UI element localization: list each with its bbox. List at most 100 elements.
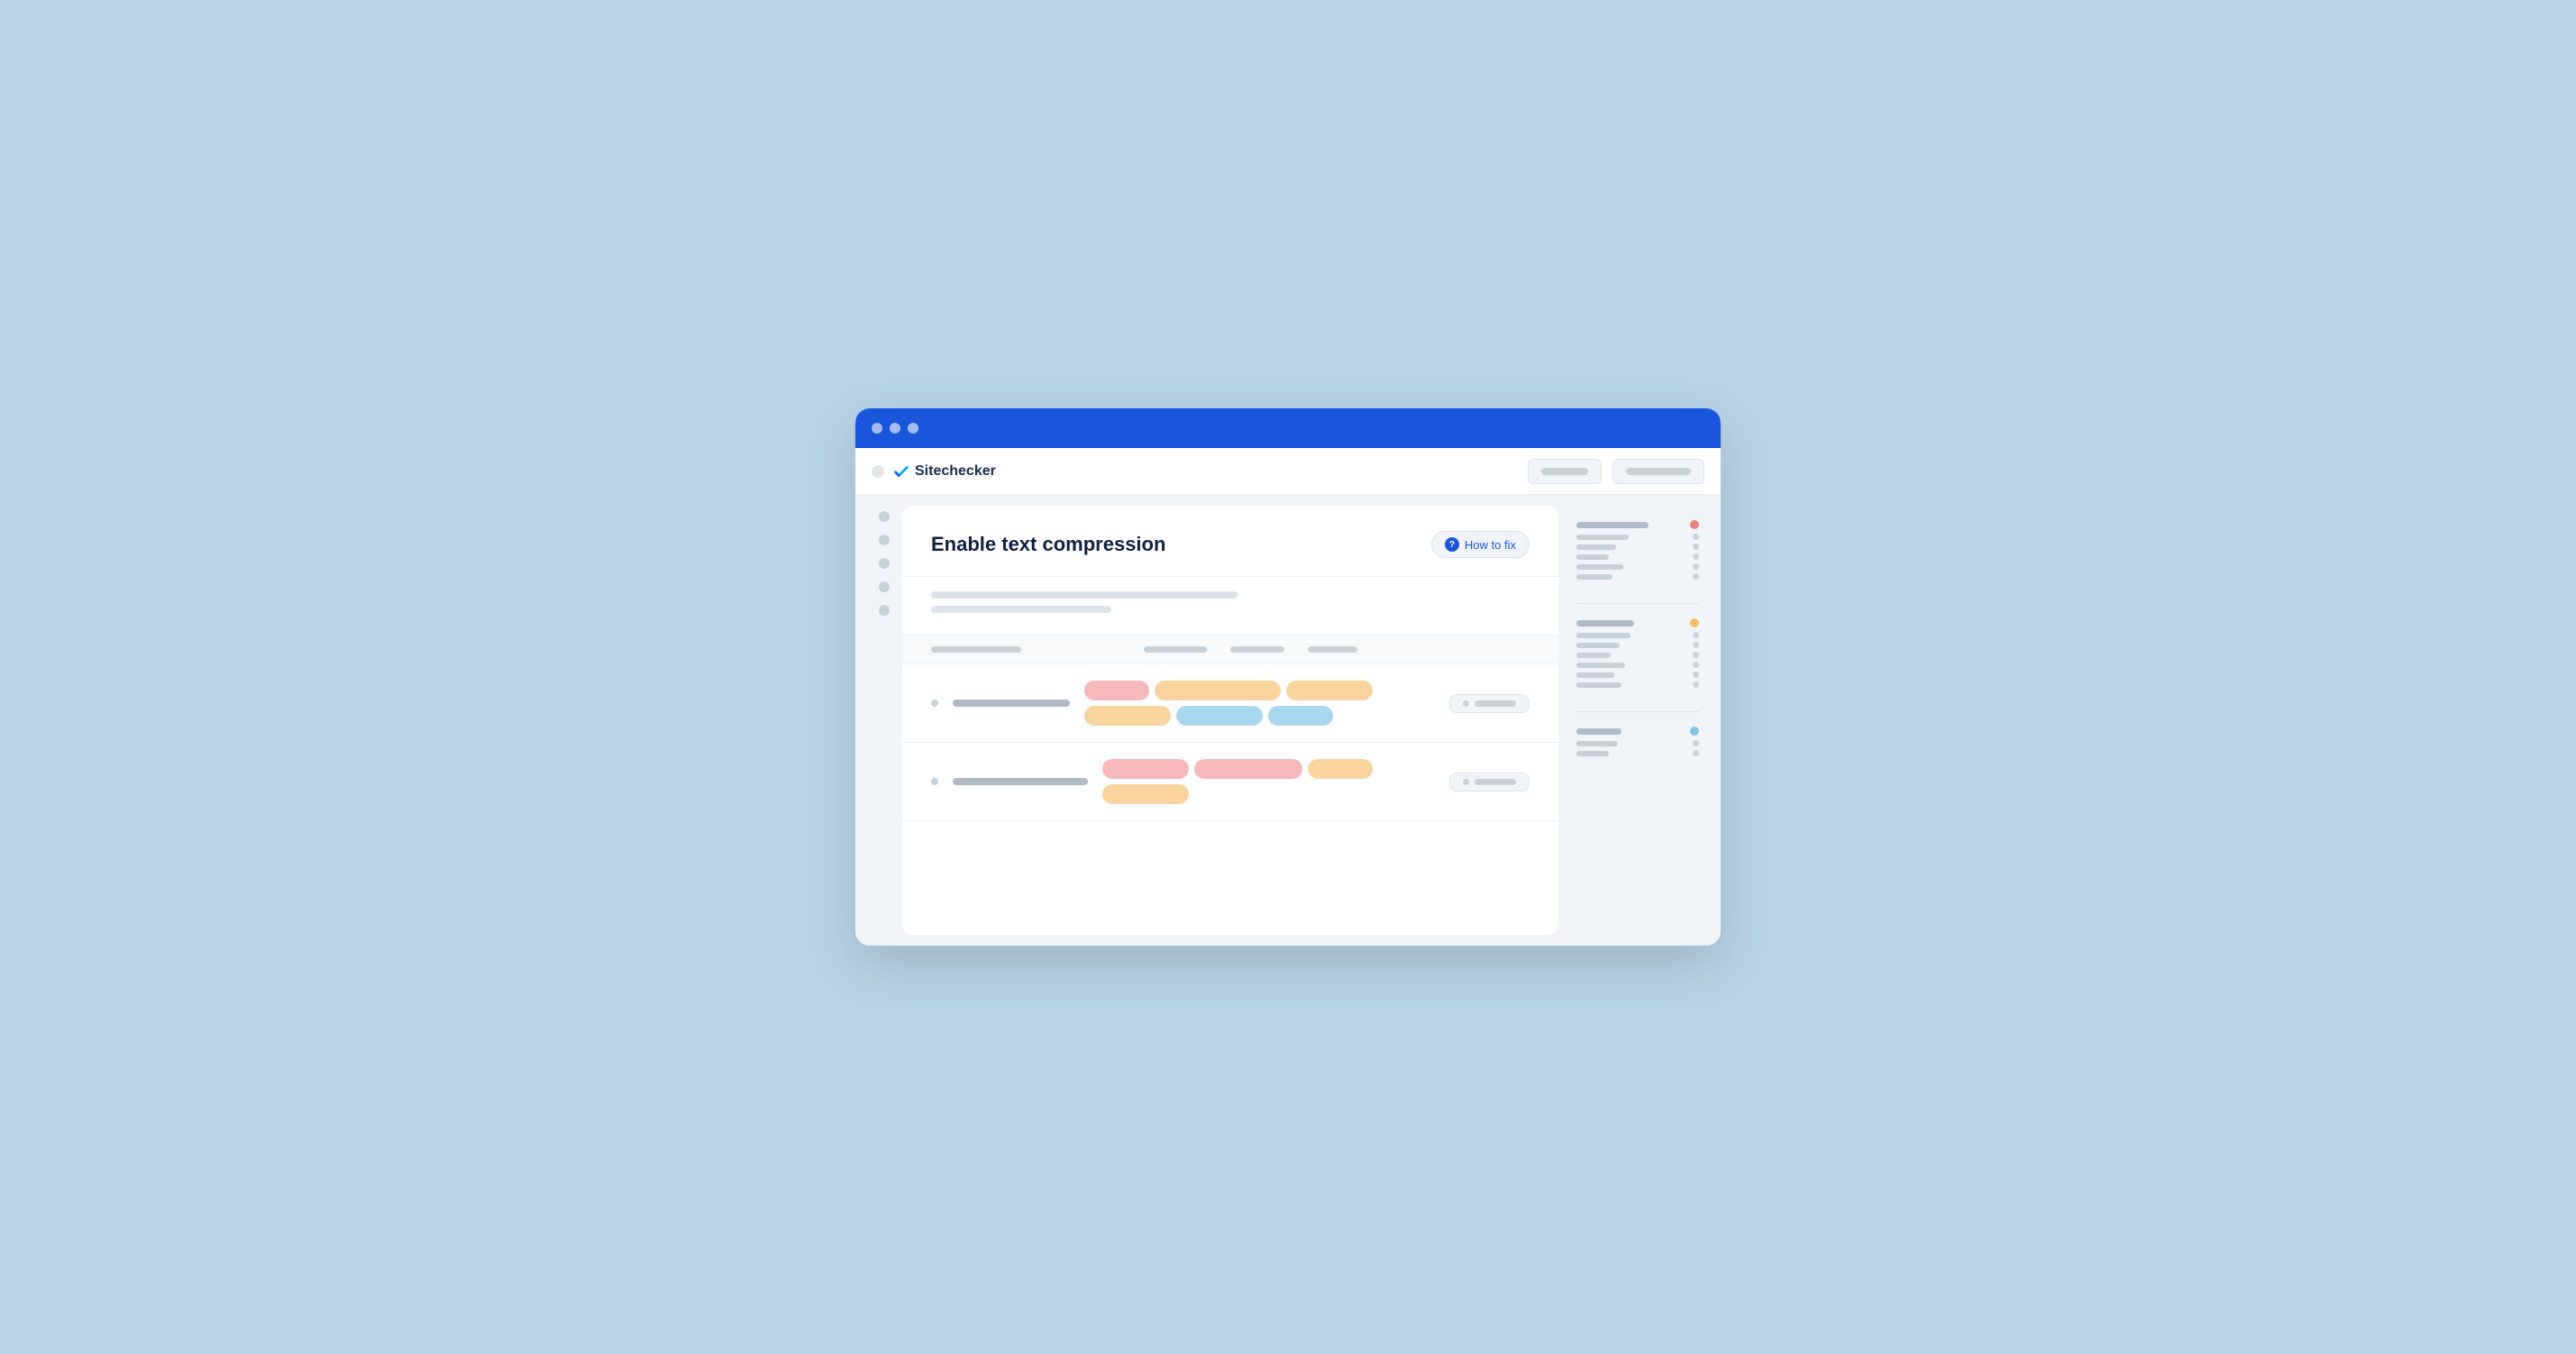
sub-dot-2-3: [1693, 652, 1699, 658]
how-to-fix-button[interactable]: ? How to fix: [1431, 531, 1530, 558]
sub-bar-2-1: [1576, 633, 1631, 638]
sub-dot-1-4: [1693, 563, 1699, 570]
toolbar-btn2-bar: [1626, 468, 1691, 475]
sub-bar-2-3: [1576, 653, 1611, 658]
right-sub-1-3: [1576, 553, 1699, 560]
sub-bar-3-2: [1576, 751, 1609, 756]
desc-line-2: [931, 606, 1111, 613]
right-section2-header: [1576, 618, 1699, 627]
sub-bar-2-2: [1576, 643, 1620, 648]
sub-dot-1-3: [1693, 553, 1699, 560]
how-to-fix-label: How to fix: [1465, 538, 1516, 552]
right-sub-1-5: [1576, 573, 1699, 580]
sub-dot-2-1: [1693, 632, 1699, 638]
right-sub-3-2: [1576, 750, 1699, 756]
sidebar-dot-2: [879, 535, 890, 545]
sub-bar-1-4: [1576, 564, 1623, 570]
content-header: Enable text compression ? How to fix: [902, 506, 1558, 577]
sub-dot-2-6: [1693, 682, 1699, 688]
sub-bar-2-6: [1576, 682, 1621, 688]
logo-icon: Sitechecker: [891, 462, 996, 481]
sub-dot-2-5: [1693, 672, 1699, 678]
table-row-2: [902, 743, 1558, 821]
traffic-light-maximize[interactable]: [908, 423, 918, 434]
right-section3-bar: [1576, 728, 1621, 735]
toolbar-btn1-bar: [1541, 468, 1588, 475]
col-header-3: [1230, 646, 1284, 653]
right-panel: [1566, 506, 1710, 935]
row-tags-1: [1084, 681, 1435, 726]
right-sub-2-1: [1576, 632, 1699, 638]
sidebar-dot-5: [879, 605, 890, 616]
right-section2-bar: [1576, 620, 1634, 627]
sidebar-dot-4: [879, 581, 890, 592]
browser-window: Sitechecker Enable text compression ?: [855, 408, 1721, 946]
row-action-1[interactable]: [1449, 694, 1530, 713]
tag2-orange-sm: [1308, 759, 1373, 779]
sub-bar-1-2: [1576, 544, 1616, 550]
right-sub-1-4: [1576, 563, 1699, 570]
sidebar-dot-1: [879, 511, 890, 522]
sub-bar-2-5: [1576, 672, 1614, 678]
browser-body: Enable text compression ? How to fix: [855, 495, 1721, 946]
right-section-3: [1576, 727, 1699, 760]
traffic-light-minimize[interactable]: [890, 423, 900, 434]
browser-titlebar: [855, 408, 1721, 448]
desc-line-1: [931, 591, 1238, 599]
tag2-pink-md: [1102, 759, 1189, 779]
content-description: [902, 577, 1558, 636]
brand-name: Sitechecker: [915, 463, 996, 480]
action-bar-2: [1475, 779, 1516, 785]
action-bar-1: [1475, 700, 1516, 707]
right-section-2: [1576, 618, 1699, 691]
row-name-1: [953, 700, 1070, 707]
table-row: [902, 664, 1558, 743]
sub-bar-1-5: [1576, 574, 1612, 580]
left-sidebar: [855, 495, 902, 946]
right-dot-red: [1690, 520, 1699, 529]
action-dot-2: [1463, 779, 1469, 785]
action-dot-1: [1463, 700, 1469, 707]
right-section1-bar: [1576, 522, 1649, 528]
traffic-light-close[interactable]: [872, 423, 882, 434]
row-name-2: [953, 778, 1088, 785]
right-sub-2-3: [1576, 652, 1699, 658]
right-sub-2-4: [1576, 662, 1699, 668]
toolbar-button-1[interactable]: [1528, 459, 1602, 484]
sub-bar-3-1: [1576, 741, 1618, 746]
tag-orange-md-2: [1084, 706, 1171, 726]
sub-bar-2-4: [1576, 663, 1625, 668]
right-sub-1-1: [1576, 534, 1699, 540]
row-action-2[interactable]: [1449, 773, 1530, 791]
page-title: Enable text compression: [931, 533, 1165, 556]
sidebar-dot-3: [879, 558, 890, 569]
right-dot-orange: [1690, 618, 1699, 627]
sub-dot-2-2: [1693, 642, 1699, 648]
divider-2: [1576, 711, 1699, 712]
sub-dot-1-1: [1693, 534, 1699, 540]
tag-orange-md-1: [1286, 681, 1373, 700]
right-sub-2-2: [1576, 642, 1699, 648]
browser-toolbar: Sitechecker: [855, 448, 1721, 495]
right-sub-2-5: [1576, 672, 1699, 678]
divider-1: [1576, 603, 1699, 604]
tag-orange-xl: [1155, 681, 1281, 700]
toolbar-button-2[interactable]: [1612, 459, 1704, 484]
nav-circle: [872, 465, 884, 478]
right-sub-3-1: [1576, 740, 1699, 746]
tag-blue-sm: [1268, 706, 1333, 726]
sub-dot-2-4: [1693, 662, 1699, 668]
tag2-pink-lg: [1194, 759, 1302, 779]
right-sub-2-6: [1576, 682, 1699, 688]
right-section3-header: [1576, 727, 1699, 736]
sub-bar-1-1: [1576, 535, 1629, 540]
right-dot-blue: [1690, 727, 1699, 736]
sub-dot-1-5: [1693, 573, 1699, 580]
right-section1-header: [1576, 520, 1699, 529]
main-panel: Enable text compression ? How to fix: [902, 506, 1558, 935]
row-icon-1: [931, 700, 938, 707]
col-header-1: [931, 646, 1021, 653]
sub-dot-3-2: [1693, 750, 1699, 756]
tag-blue-md: [1176, 706, 1263, 726]
row-icon-2: [931, 778, 938, 785]
